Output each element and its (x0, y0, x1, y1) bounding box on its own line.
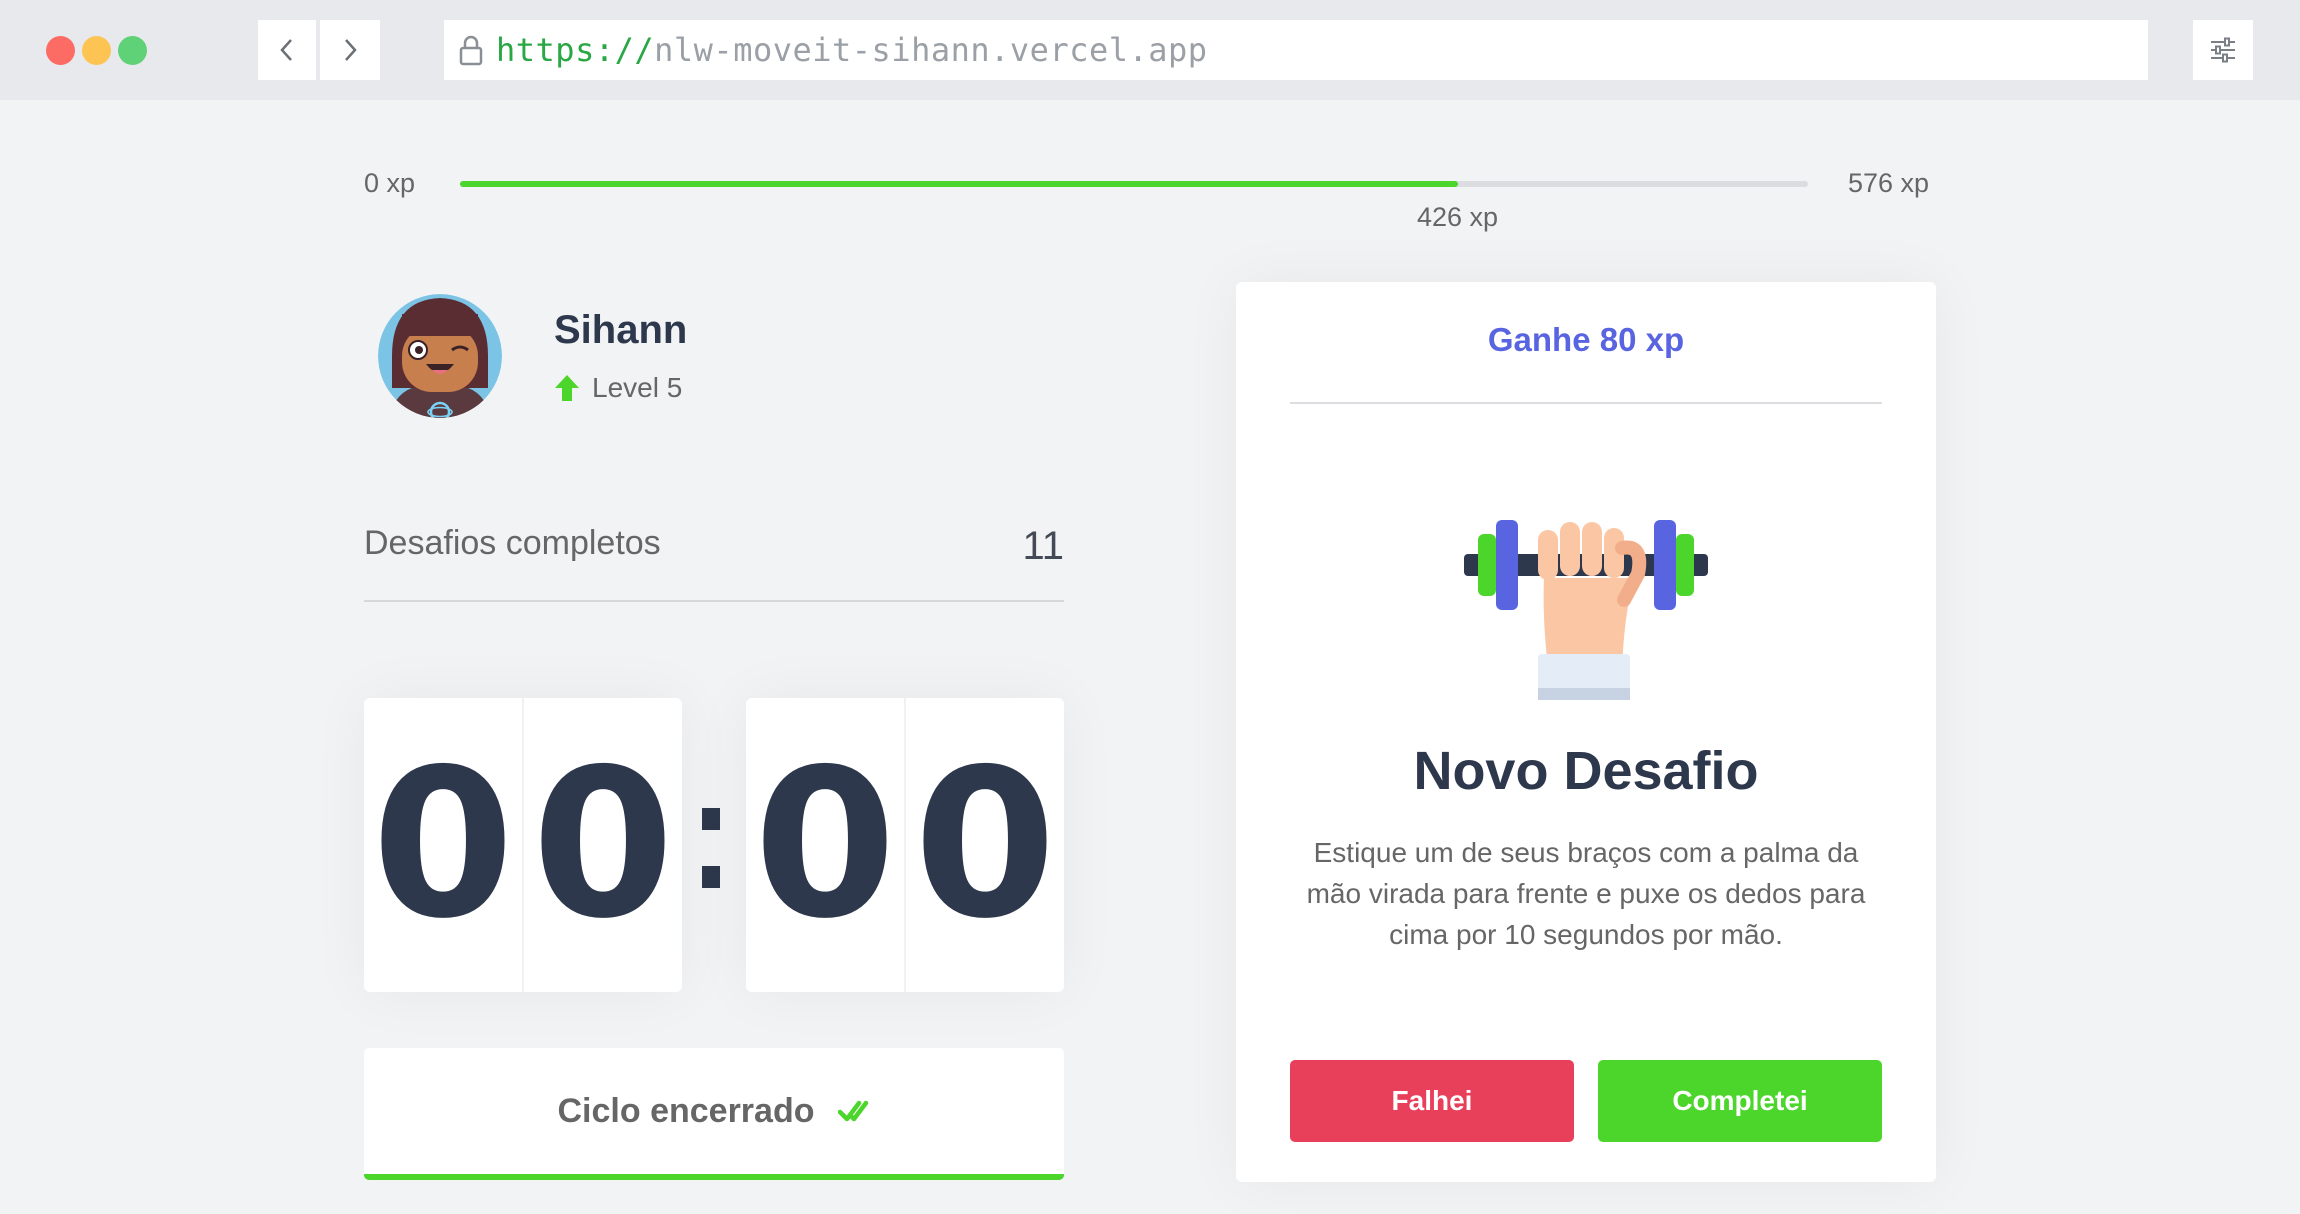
xp-max-label: 576 xp (1848, 168, 1930, 198)
countdown-minutes: 0 0 (364, 698, 682, 992)
address-bar[interactable]: https://nlw-moveit-sihann.vercel.app (444, 20, 2148, 80)
browser-toolbar: https://nlw-moveit-sihann.vercel.app (0, 0, 2300, 100)
experience-bar-fill (460, 181, 1458, 187)
countdown-separator (702, 808, 724, 924)
complete-button[interactable]: Completei (1598, 1060, 1882, 1142)
profile-level: Level 5 (554, 372, 682, 404)
back-button[interactable] (258, 20, 318, 80)
xp-current-label: 426 xp (1416, 202, 1499, 232)
lock-icon (459, 35, 483, 66)
countdown-digit: 0 (522, 698, 682, 992)
level-label: Level 5 (592, 372, 683, 403)
window-maximize-button[interactable] (118, 36, 147, 65)
countdown-digit: 0 (904, 698, 1064, 992)
countdown-digit: 0 (753, 725, 897, 964)
countdown-seconds: 0 0 (746, 698, 1064, 992)
avatar (378, 284, 502, 426)
cycle-finished-label: Ciclo encerrado (557, 1091, 815, 1130)
chevron-right-icon (345, 39, 357, 61)
completed-challenges-label: Desafios completos (364, 524, 661, 562)
window-minimize-button[interactable] (82, 36, 111, 65)
dumbbell-icon (1464, 520, 1708, 700)
forward-button[interactable] (320, 20, 380, 80)
challenge-title: Novo Desafio (1413, 741, 1759, 801)
xp-min-label: 0 xp (364, 168, 416, 198)
window-close-button[interactable] (46, 36, 75, 65)
challenge-reward: Ganhe 80 xp (1290, 320, 1882, 404)
challenge-description: Estique um de seus braços com a palma da… (1306, 837, 1866, 950)
completed-challenges: Desafios completos 11 (364, 524, 1064, 602)
chevron-left-icon (280, 39, 292, 61)
sliders-icon (2211, 37, 2235, 63)
countdown-digit: 0 (371, 725, 515, 964)
challenge-card: Ganhe 80 xp Novo Desafio Estique um de s… (1236, 282, 1936, 1182)
completed-challenges-count: 11 (1022, 524, 1064, 568)
experience-bar (460, 181, 1808, 187)
profile-name: Sihann (554, 308, 688, 352)
arrow-up-icon (555, 375, 579, 401)
url-text: https://nlw-moveit-sihann.vercel.app (496, 31, 1208, 69)
cycle-finished-button[interactable]: Ciclo encerrado (364, 1048, 1064, 1180)
fail-button[interactable]: Falhei (1290, 1060, 1574, 1142)
double-check-icon (838, 1100, 869, 1122)
settings-button[interactable] (2193, 20, 2253, 80)
